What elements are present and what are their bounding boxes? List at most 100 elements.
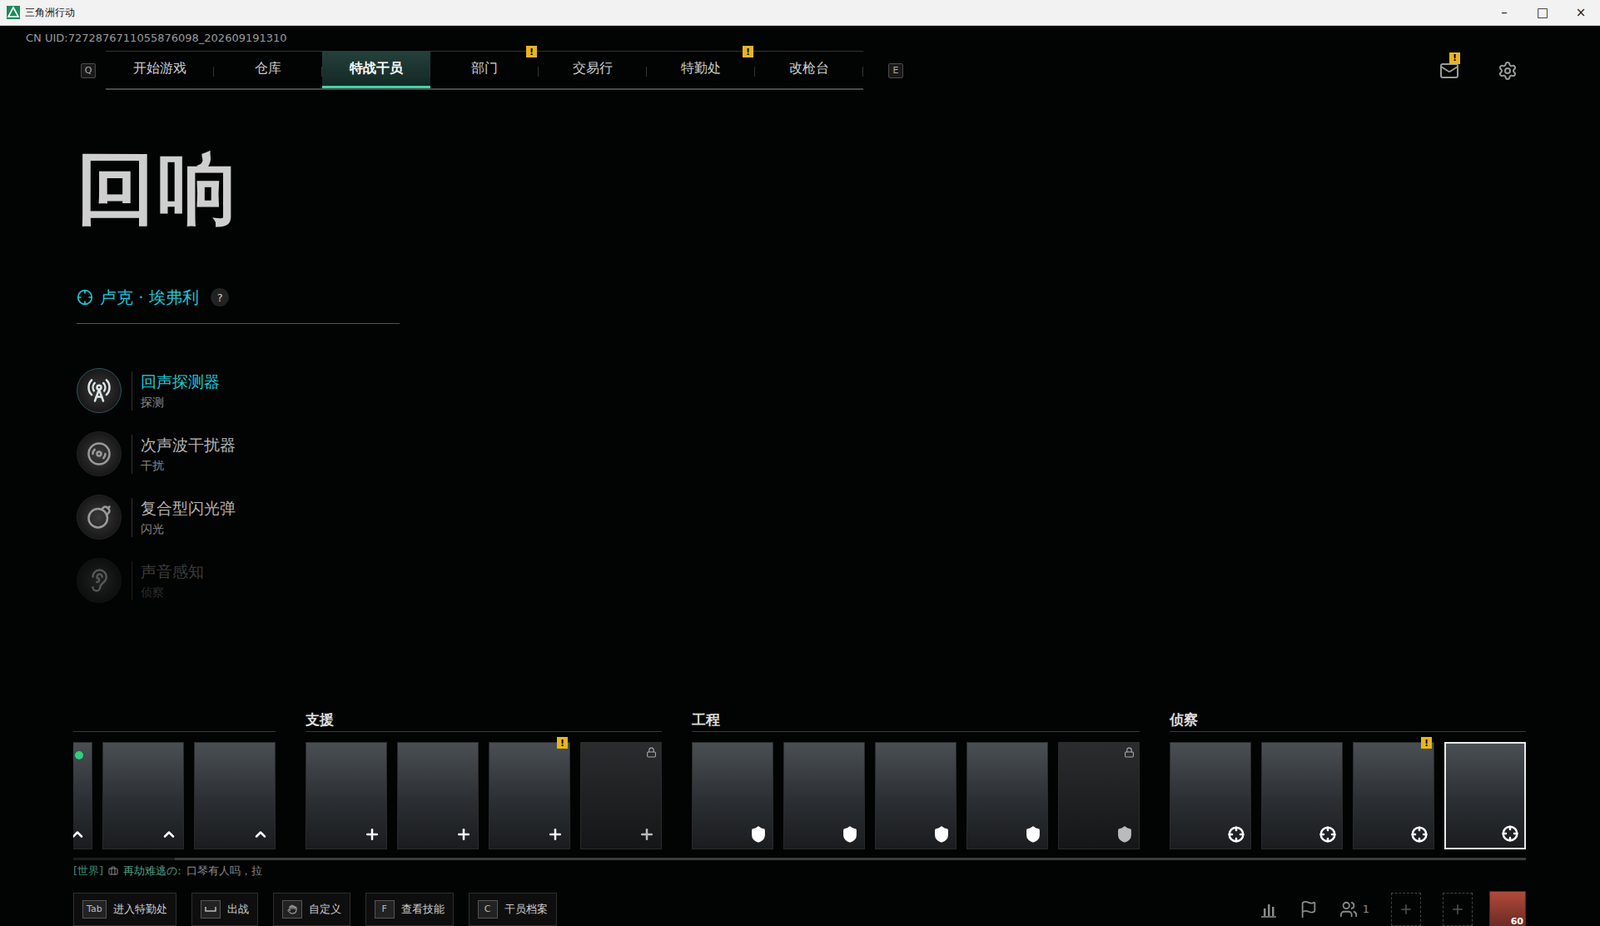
operator-card[interactable] [966,741,1049,850]
alert-badge: ! [526,45,537,58]
app-logo-icon [6,5,20,20]
engineer-class-icon [841,825,859,843]
stats-button[interactable] [1259,899,1278,919]
action-button[interactable]: F查看技能 [365,892,454,926]
party-button[interactable]: 1 [1339,899,1370,919]
operator-card[interactable] [691,741,774,850]
skill-text: 声音感知侦察 [131,561,204,601]
skill-type: 侦察 [140,585,204,601]
skill-item[interactable]: 次声波干扰器干扰 [76,422,1600,486]
lock-box [645,746,657,758]
window-control-button[interactable]: □ [1523,0,1562,25]
operator-panel: 回响卢克 · 埃弗利? 回声探测器探测次声波干扰器干扰复合型闪光弹闪光声音感知侦察 [0,89,1600,612]
nav-tabs: 开始游戏仓库特战干员部门!交易行特勤处!改枪台 [105,50,864,90]
group-label: 侦察 [1169,707,1526,732]
action-button[interactable]: Tab进入特勤处 [73,892,177,926]
operator-card[interactable] [193,741,276,850]
card-row: ! [305,741,662,850]
group-label: 工程 [691,707,1140,732]
operator-card[interactable] [102,741,184,850]
action-button[interactable]: 自定义 [273,892,351,926]
operator-card[interactable] [580,741,662,850]
window-control-button[interactable]: – [1485,0,1524,25]
window-title: 三角洲行动 [24,5,75,20]
class-badge [362,824,382,844]
lock-icon [1123,746,1135,758]
operator-card[interactable] [73,741,93,850]
support-class-icon [546,825,564,843]
new-dot [74,750,84,760]
party-slot[interactable] [1442,892,1473,926]
nav-tab[interactable]: 特勤处! [646,51,756,89]
recon-class-icon [1501,824,1519,842]
nav-tab[interactable]: 部门! [430,51,539,89]
alert-badge: ! [1421,736,1432,749]
roster-group: 侦察! [1169,707,1526,850]
case-icon [108,865,119,876]
player-avatar[interactable]: 60 [1489,890,1526,926]
operator-card[interactable]: ! [1352,741,1435,850]
mail-button[interactable]: ! [1436,58,1462,84]
divider [76,322,400,324]
card-row: ! [1169,741,1526,850]
nav-tab[interactable]: 特战干员 [322,51,431,89]
class-badge [1500,824,1520,843]
card-row [73,741,276,850]
window-control-button[interactable]: × [1561,0,1600,25]
action-key: C [477,899,498,919]
skill-type: 干扰 [140,458,236,474]
operator-card[interactable]: ! [488,741,571,850]
class-badge [159,824,179,844]
class-badge [637,824,656,844]
operator-card[interactable] [397,741,479,850]
help-button[interactable]: ? [210,288,229,307]
class-badge [1115,824,1134,844]
operator-card[interactable] [1169,741,1252,850]
action-button[interactable]: C干员档案 [468,892,557,926]
assault-class-icon [160,825,178,843]
party-slot[interactable] [1391,892,1422,926]
skill-name: 复合型闪光弹 [140,497,236,520]
operator-card[interactable] [874,741,957,850]
nav-tab[interactable]: 仓库 [213,51,323,89]
spacebar-icon [204,905,217,913]
assault-class-icon [73,825,86,843]
game-window: 三角洲行动 –□×CN UID:7272876711055876098_20260… [0,0,1600,926]
operator-codename: 回响 [76,149,1600,229]
next-key[interactable]: E [888,63,904,79]
nav-tab[interactable]: 开始游戏 [105,51,214,89]
engineer-class-icon [1024,825,1042,843]
skill-item[interactable]: 声音感知侦察 [76,548,1600,612]
operator-card[interactable] [1261,741,1343,850]
class-badge [840,824,860,844]
operator-card[interactable] [1444,741,1526,850]
class-badge [749,824,768,844]
skill-item[interactable]: 复合型闪光弹闪光 [76,485,1600,549]
uid-label: CN UID:7272876711055876098_202609191310 [0,27,1600,48]
operator-card[interactable] [1058,741,1140,850]
recon-class-icon [1227,825,1245,843]
nav-tab[interactable]: 交易行 [538,51,647,89]
operator-card[interactable] [783,741,865,850]
operator-name-row: 卢克 · 埃弗利? [76,284,1600,310]
skill-item[interactable]: 回声探测器探测 [76,358,1600,423]
support-class-icon [363,825,381,843]
flag-button[interactable] [1299,899,1318,919]
operator-card[interactable] [305,741,388,850]
settings-button[interactable] [1495,58,1521,84]
lock-box [1123,746,1135,758]
class-badge [454,824,473,844]
recon-class-icon [1411,825,1428,843]
prev-key[interactable]: Q [80,63,96,79]
action-button[interactable]: 出战 [191,892,259,926]
skill-text: 回声探测器探测 [131,371,220,411]
plus-icon [1398,901,1414,917]
assault-class-icon [252,825,269,843]
flag-icon [1299,899,1318,919]
skill-icon [76,494,122,540]
nav-tab[interactable]: 改枪台 [755,51,864,89]
scroll-thumb[interactable] [174,857,1526,860]
skill-icon [76,367,122,413]
roster-scrollbar[interactable] [73,857,1526,860]
chat-channel: [世界] [73,863,104,879]
